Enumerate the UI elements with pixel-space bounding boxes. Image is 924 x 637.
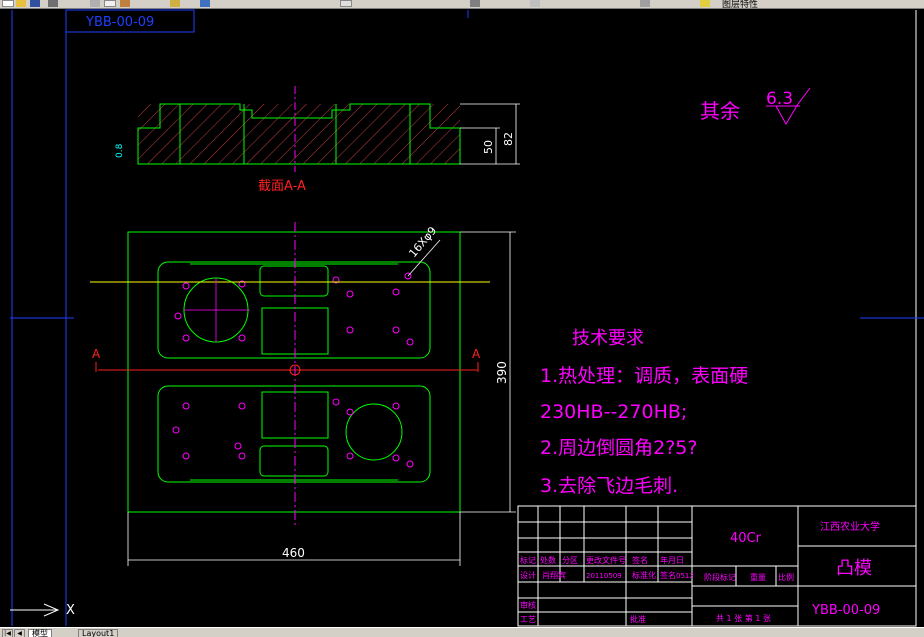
- tech-line-2: 230HB--270HB;: [540, 401, 687, 423]
- new-icon[interactable]: [2, 0, 14, 7]
- toolbar-title: 图层特性: [722, 0, 759, 9]
- section-mark-right: A: [472, 347, 481, 361]
- roughness-prefix: 其余: [700, 99, 740, 123]
- tb-date2: 0512: [676, 572, 694, 580]
- dim-390-text: 390: [495, 361, 509, 384]
- save-icon[interactable]: [30, 0, 40, 7]
- redo-icon[interactable]: [200, 0, 210, 7]
- tb-review: 审核: [520, 600, 536, 610]
- holes-callout: 16Xφ9: [406, 224, 439, 260]
- tb-designer: 肖翔宾: [542, 570, 566, 580]
- tb-material: 40Cr: [730, 531, 762, 546]
- tb-mark: 标记: [520, 555, 536, 565]
- tb-school: 江西农业大学: [820, 520, 880, 533]
- section-label: 截面A-A: [258, 179, 306, 194]
- tb-process: 工艺: [520, 615, 536, 624]
- tb-design: 设计: [520, 570, 536, 580]
- tb-count: 处数: [540, 555, 556, 565]
- tb-weight: 重量: [750, 572, 766, 582]
- zoom-icon[interactable]: [470, 0, 480, 7]
- tb-part-code: YBB-00-09: [811, 603, 880, 618]
- code-box-text: YBB-00-09: [85, 15, 154, 30]
- tb-change-doc: 更改文件号: [586, 555, 626, 565]
- tech-line-3: 2.周边倒圆角2?5?: [540, 437, 697, 459]
- cut-icon[interactable]: [90, 0, 100, 7]
- tb-scale: 比例: [778, 572, 794, 582]
- properties-icon[interactable]: [530, 0, 540, 7]
- print-icon[interactable]: [48, 0, 58, 7]
- copy-icon[interactable]: [104, 0, 116, 7]
- tb-zone: 分区: [562, 556, 578, 565]
- tb-sign: 签名: [632, 555, 648, 565]
- pan-icon[interactable]: [340, 0, 352, 7]
- dim-50-text: 50: [482, 140, 495, 154]
- toolbar: 图层特性: [0, 0, 924, 9]
- tech-line-1: 1.热处理：调质，表面硬: [540, 365, 748, 387]
- tb-sheet-info: 共 1 张 第 1 张: [716, 613, 771, 623]
- section-view: 82 50 0.8 截面A-A: [115, 86, 520, 194]
- section-hatch: [138, 104, 460, 164]
- section-mark-left: A: [92, 347, 101, 361]
- ucs-icon: X: [10, 603, 75, 618]
- tech-requirements: 技术要求 1.热处理：调质，表面硬 230HB--270HB; 2.周边倒圆角2…: [540, 328, 748, 497]
- lower-punch-outline: [157, 385, 431, 483]
- dim-460-text: 460: [282, 546, 305, 560]
- tb-part-name: 凸模: [836, 558, 872, 579]
- open-icon[interactable]: [16, 0, 26, 7]
- tb-standardize: 标准化: [632, 570, 656, 580]
- paste-icon[interactable]: [120, 0, 130, 7]
- ucs-x-label: X: [66, 603, 75, 618]
- tech-heading: 技术要求: [572, 328, 644, 349]
- tb-sign2: 签名: [660, 570, 676, 580]
- lower-large-hole: [345, 403, 403, 461]
- tb-approve: 批准: [630, 614, 646, 624]
- drawing-canvas[interactable]: YBB-00-09 82 50 0.8 截面A-A 其余 6.3 A A 16X…: [0, 9, 924, 627]
- dim-82-text: 82: [502, 132, 515, 146]
- tb-design-date: 20110509: [586, 572, 622, 580]
- plan-view: A A 16Xφ9 390 460: [90, 222, 516, 566]
- tech-line-4: 3.去除飞边毛刺.: [540, 475, 678, 497]
- small-roughness-text: 0.8: [115, 143, 125, 158]
- tb-stage-mark: 阶段标记: [704, 572, 736, 582]
- layer-icon[interactable]: [640, 0, 650, 7]
- tb-date: 年月日: [660, 555, 684, 565]
- help-icon[interactable]: [700, 0, 710, 7]
- undo-icon[interactable]: [170, 0, 180, 7]
